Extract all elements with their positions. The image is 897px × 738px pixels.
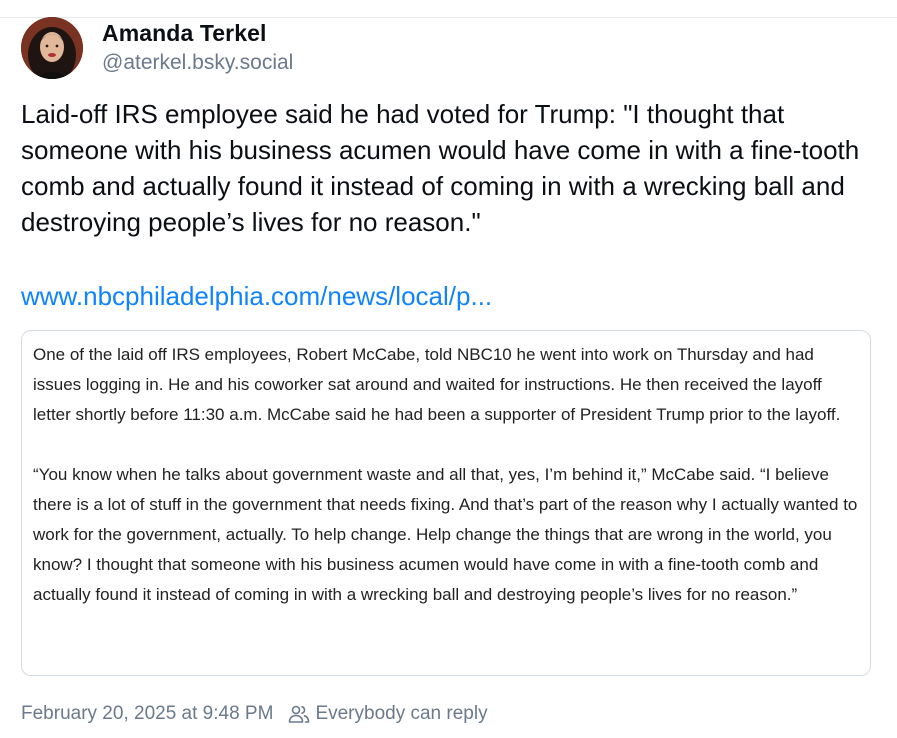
author-names: Amanda Terkel @aterkel.bsky.social — [102, 19, 293, 77]
avatar-photo-icon — [21, 17, 83, 79]
post-header: Amanda Terkel @aterkel.bsky.social — [21, 17, 293, 79]
post-footer: February 20, 2025 at 9:48 PM Everybody c… — [21, 700, 488, 728]
link-preview-card[interactable]: One of the laid off IRS employees, Rober… — [21, 330, 871, 676]
timestamp[interactable]: February 20, 2025 at 9:48 PM — [21, 700, 273, 728]
reply-setting[interactable]: Everybody can reply — [315, 700, 487, 728]
quote-paragraph-1: One of the laid off IRS employees, Rober… — [33, 345, 841, 424]
author-handle[interactable]: @aterkel.bsky.social — [102, 49, 293, 77]
quote-text: One of the laid off IRS employees, Rober… — [33, 340, 863, 610]
external-link[interactable]: www.nbcphiladelphia.com/news/local/p... — [21, 278, 492, 314]
quote-paragraph-2: “You know when he talks about government… — [33, 465, 858, 604]
people-icon — [287, 702, 311, 726]
avatar[interactable] — [21, 17, 83, 79]
post-text: Laid-off IRS employee said he had voted … — [21, 99, 860, 237]
display-name[interactable]: Amanda Terkel — [102, 19, 293, 48]
